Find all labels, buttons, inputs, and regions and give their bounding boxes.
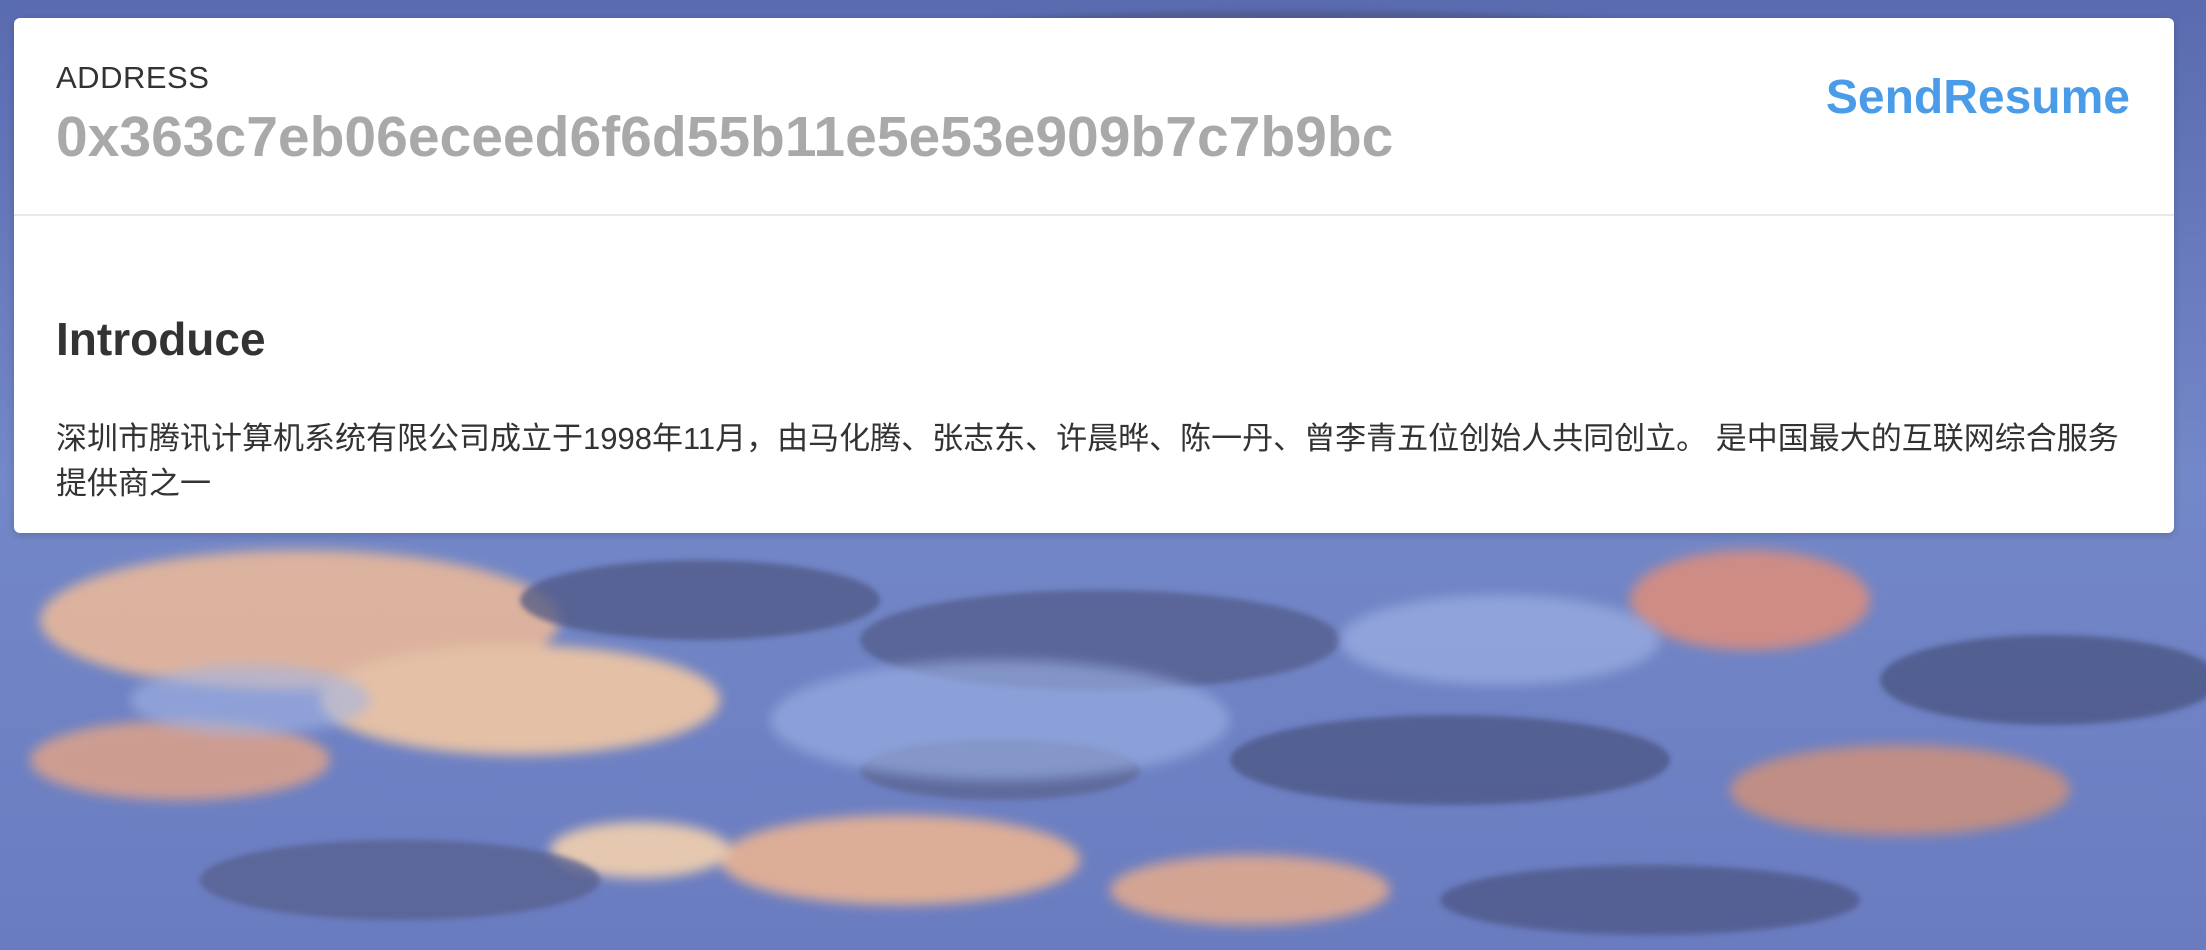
intro-title: Introduce [56, 313, 266, 365]
card-header: ADDRESS 0x363c7eb06eceed6f6d55b11e5e53e9… [14, 18, 2174, 216]
address-label: ADDRESS [56, 60, 210, 95]
intro-text: 深圳市腾讯计算机系统有限公司成立于1998年11月，由马化腾、张志东、许晨晔、陈… [56, 421, 2119, 501]
address-value: 0x363c7eb06eceed6f6d55b11e5e53e909b7c7b9… [56, 105, 1394, 169]
profile-card: ADDRESS 0x363c7eb06eceed6f6d55b11e5e53e9… [14, 18, 2174, 533]
send-resume-button[interactable]: SendResume [1826, 70, 2130, 125]
